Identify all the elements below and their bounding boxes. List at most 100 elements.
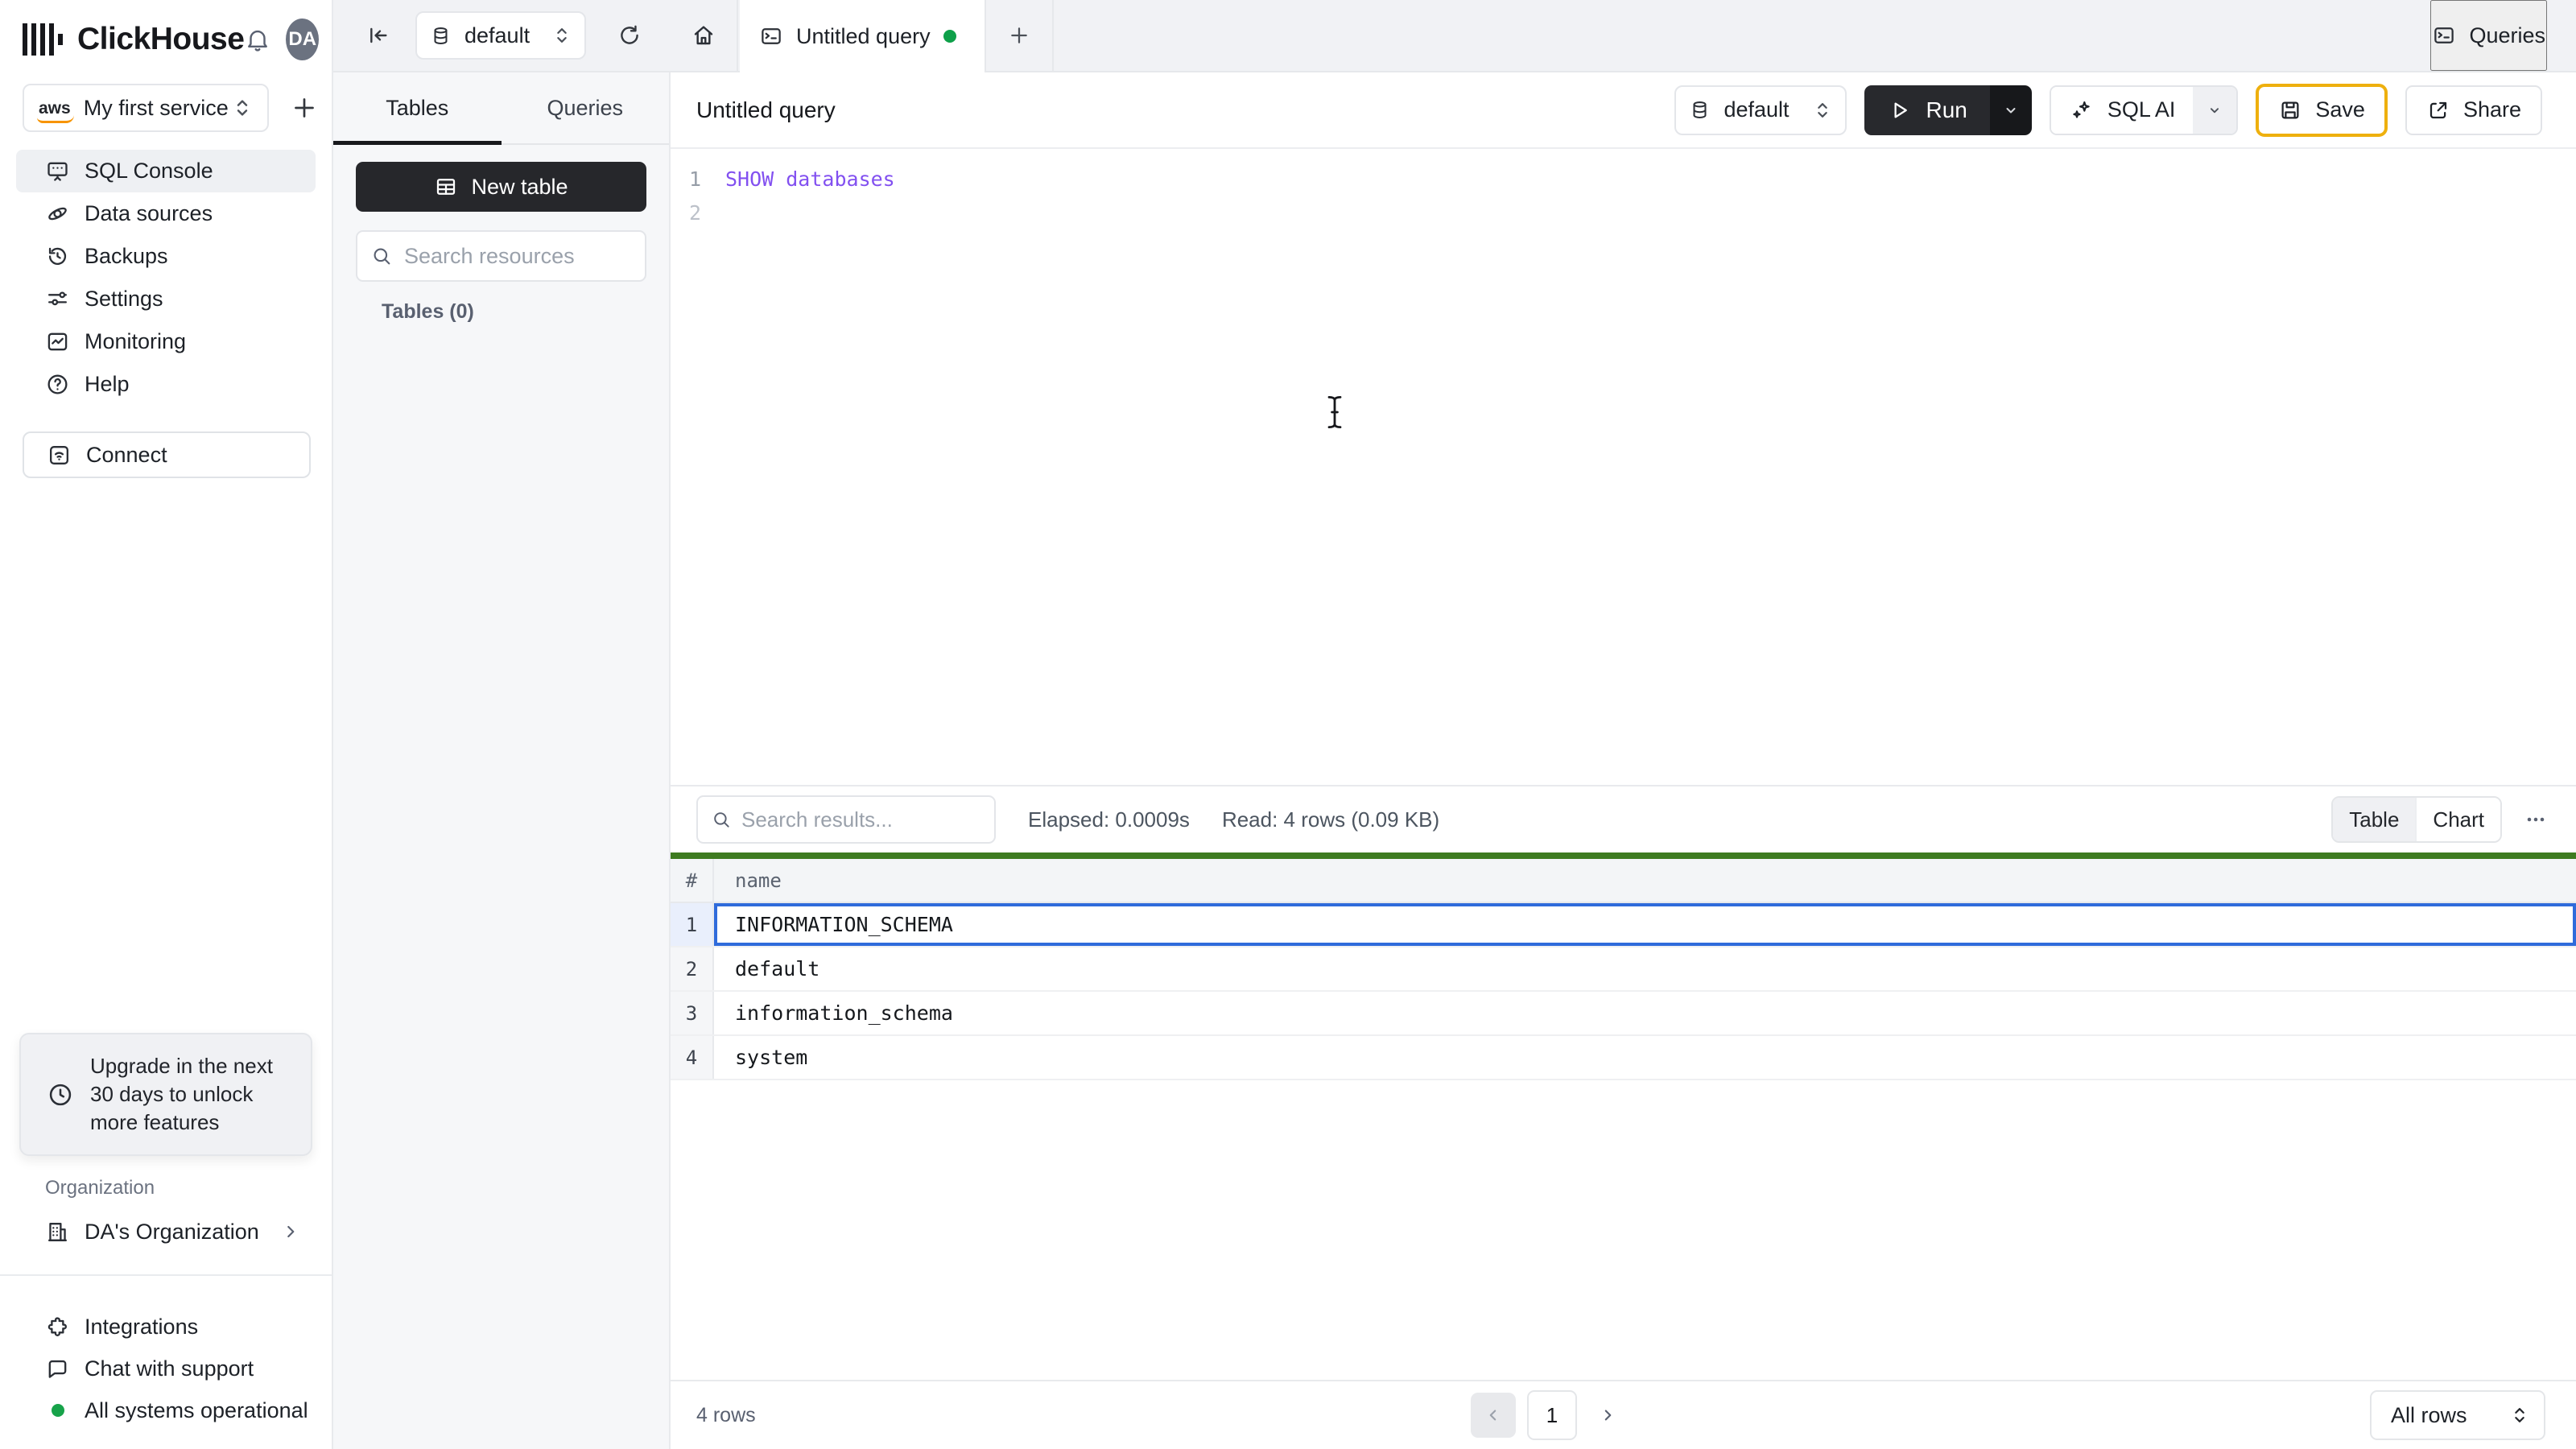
sidebar-item-help[interactable]: Help — [16, 363, 316, 406]
database-icon — [1689, 99, 1711, 121]
aws-provider-icon: aws — [37, 100, 74, 123]
view-chart-toggle[interactable]: Chart — [2415, 798, 2500, 841]
upgrade-notice-card[interactable]: Upgrade in the next 30 days to unlock mo… — [19, 1033, 312, 1156]
play-icon — [1894, 102, 1908, 118]
chevron-updown-icon — [1818, 102, 1828, 118]
sql-ai-button[interactable]: SQL AI — [2050, 86, 2194, 134]
run-button[interactable]: Run — [1864, 85, 1990, 135]
editor-database-selector[interactable]: default — [1674, 85, 1847, 135]
tables-count-label: Tables (0) — [382, 300, 474, 323]
connect-button[interactable]: Connect — [23, 431, 311, 478]
refresh-icon[interactable] — [617, 0, 642, 71]
table-grid-icon — [437, 179, 456, 195]
chevron-updown-icon — [2515, 1408, 2524, 1422]
chevron-updown-icon — [557, 28, 567, 43]
current-page[interactable]: 1 — [1527, 1390, 1577, 1440]
column-header-index[interactable]: # — [671, 859, 714, 902]
add-service-button[interactable] — [290, 93, 319, 122]
search-icon — [711, 809, 732, 830]
sidebar-item-sql-console[interactable]: SQL Console — [16, 150, 316, 192]
results-more-menu-icon[interactable] — [2523, 807, 2549, 832]
sidebar-divider — [0, 1274, 332, 1276]
chevron-updown-icon — [237, 100, 248, 116]
page-size-selector[interactable]: All rows — [2370, 1390, 2545, 1440]
results-table: # name 1 INFORMATION_SCHEMA 2 default 3 … — [671, 859, 2576, 1080]
sidebar-item-monitoring[interactable]: Monitoring — [16, 320, 316, 363]
column-header-name[interactable]: name — [714, 859, 2576, 902]
sidebar-item-settings[interactable]: Settings — [16, 278, 316, 320]
service-selector[interactable]: aws My first service — [23, 84, 269, 132]
user-avatar[interactable]: DA — [286, 19, 319, 60]
backups-history-icon — [45, 244, 70, 269]
unsaved-changes-dot — [943, 30, 956, 43]
chat-bubble-icon — [45, 1356, 70, 1381]
page-next-button[interactable] — [1588, 1393, 1627, 1438]
puzzle-icon — [45, 1315, 70, 1340]
organization-row[interactable]: DA's Organization — [23, 1209, 311, 1254]
queries-button[interactable]: Queries — [2430, 0, 2547, 71]
text-cursor — [1324, 394, 1345, 431]
editor-line: 1 SHOW databases — [671, 162, 2576, 196]
terminal-icon — [759, 24, 783, 48]
sidebar-item-backups[interactable]: Backups — [16, 235, 316, 278]
clock-icon — [47, 1081, 74, 1108]
resource-search-box — [356, 230, 646, 282]
help-circle-icon — [45, 372, 70, 397]
view-table-toggle[interactable]: Table — [2333, 798, 2416, 841]
upgrade-notice-text: Upgrade in the next 30 days to unlock mo… — [90, 1054, 273, 1134]
save-button[interactable]: Save — [2256, 83, 2388, 137]
line-number: 2 — [688, 200, 701, 225]
brand-name: ClickHouse — [77, 22, 245, 56]
notifications-bell-icon[interactable] — [244, 26, 271, 53]
tab-queries[interactable]: Queries — [502, 72, 670, 143]
sparkles-icon — [2073, 101, 2090, 118]
editor-line: 2 — [671, 196, 2576, 229]
system-status-row[interactable]: All systems operational — [23, 1389, 316, 1431]
query-header: Untitled query default Run SQL AI Save S… — [671, 72, 2576, 149]
service-row: aws My first service — [23, 84, 319, 132]
resource-panel: Tables Queries New table Tables (0) — [333, 72, 671, 1449]
monitoring-chart-icon — [45, 329, 70, 354]
results-search-input[interactable] — [741, 807, 981, 832]
database-selector[interactable]: default — [415, 11, 586, 60]
sql-ai-options-caret[interactable] — [2193, 86, 2237, 134]
table-row[interactable]: 3 information_schema — [671, 992, 2576, 1036]
home-icon — [694, 26, 713, 45]
share-button[interactable]: Share — [2405, 85, 2542, 135]
organization-building-icon — [45, 1220, 70, 1245]
table-row[interactable]: 2 default — [671, 947, 2576, 992]
run-options-caret[interactable] — [1989, 85, 2032, 135]
chevron-left-icon — [1489, 1410, 1496, 1421]
collapse-panel-icon[interactable] — [365, 0, 391, 71]
chevron-down-icon — [2006, 107, 2016, 113]
sidebar-item-data-sources[interactable]: Data sources — [16, 192, 316, 235]
clickhouse-logo — [23, 23, 63, 56]
home-tab-button[interactable] — [671, 0, 738, 71]
elapsed-stat: Elapsed: 0.0009s — [1028, 807, 1190, 832]
connect-icon — [47, 443, 72, 468]
top-strip: default Untitled query Queries — [333, 0, 2576, 72]
organization-section-label: Organization — [45, 1177, 155, 1199]
results-table-header: # name — [671, 859, 2576, 903]
clickhouse-app: ClickHouse DA aws My first service SQL C… — [0, 0, 2576, 1449]
share-external-icon — [2429, 101, 2447, 118]
new-tab-button[interactable] — [986, 0, 1054, 71]
new-table-button[interactable]: New table — [356, 162, 646, 212]
table-row[interactable]: 1 INFORMATION_SCHEMA — [671, 903, 2576, 947]
rows-count-label: 4 rows — [696, 1403, 756, 1426]
data-sources-icon — [45, 201, 70, 226]
resource-search-input[interactable] — [404, 243, 632, 269]
results-search-box — [696, 795, 996, 844]
integrations-link[interactable]: Integrations — [23, 1306, 316, 1348]
query-title[interactable]: Untitled query — [696, 97, 836, 123]
database-icon — [430, 25, 452, 47]
sql-editor[interactable]: 1 SHOW databases 2 — [671, 151, 2576, 785]
search-icon — [370, 245, 393, 267]
brand-row: ClickHouse DA — [23, 14, 319, 64]
page-prev-button[interactable] — [1471, 1393, 1516, 1438]
tab-tables[interactable]: Tables — [333, 72, 502, 145]
resource-panel-tabs: Tables Queries — [333, 72, 669, 145]
tab-untitled-query[interactable]: Untitled query — [740, 0, 986, 72]
chat-with-support-link[interactable]: Chat with support — [23, 1348, 316, 1389]
table-row[interactable]: 4 system — [671, 1036, 2576, 1080]
